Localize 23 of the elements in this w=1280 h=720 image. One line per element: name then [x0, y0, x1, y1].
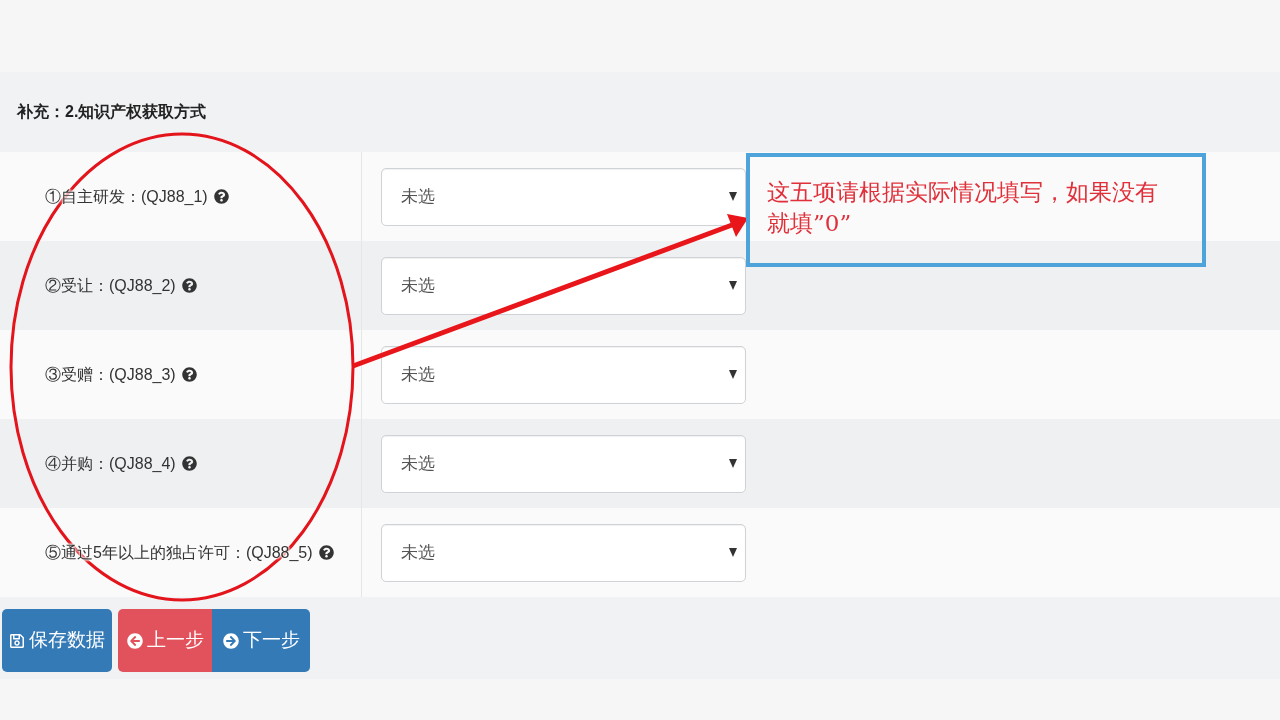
save-button[interactable]: 保存数据: [2, 609, 112, 672]
select-field[interactable]: 未选: [381, 167, 746, 226]
select-field[interactable]: 未选: [381, 523, 746, 582]
help-icon[interactable]: [181, 456, 197, 471]
help-icon[interactable]: [181, 367, 197, 382]
field-label: ②受让：(QJ88_2): [45, 275, 176, 296]
help-icon[interactable]: [318, 545, 334, 560]
previous-button[interactable]: 上一步: [118, 609, 212, 672]
select-field[interactable]: 未选: [381, 345, 746, 404]
caret-icon: [729, 548, 737, 557]
select-field[interactable]: 未选: [381, 256, 746, 315]
next-button[interactable]: 下一步: [212, 609, 310, 672]
select-field[interactable]: 未选: [381, 434, 746, 493]
field-label: ③受赠：(QJ88_3): [45, 364, 176, 385]
callout-text: 这五项请根据实际情况填写，如果没有就填”0”: [767, 178, 1159, 238]
caret-icon: [729, 281, 737, 290]
help-icon[interactable]: [181, 278, 197, 293]
section-title: 补充：2.知识产权获取方式: [17, 102, 207, 122]
caret-icon: [729, 370, 737, 379]
caret-icon: [729, 192, 737, 201]
caret-icon: [729, 459, 737, 468]
help-icon[interactable]: [213, 189, 229, 204]
field-label: ④并购：(QJ88_4): [45, 453, 176, 474]
